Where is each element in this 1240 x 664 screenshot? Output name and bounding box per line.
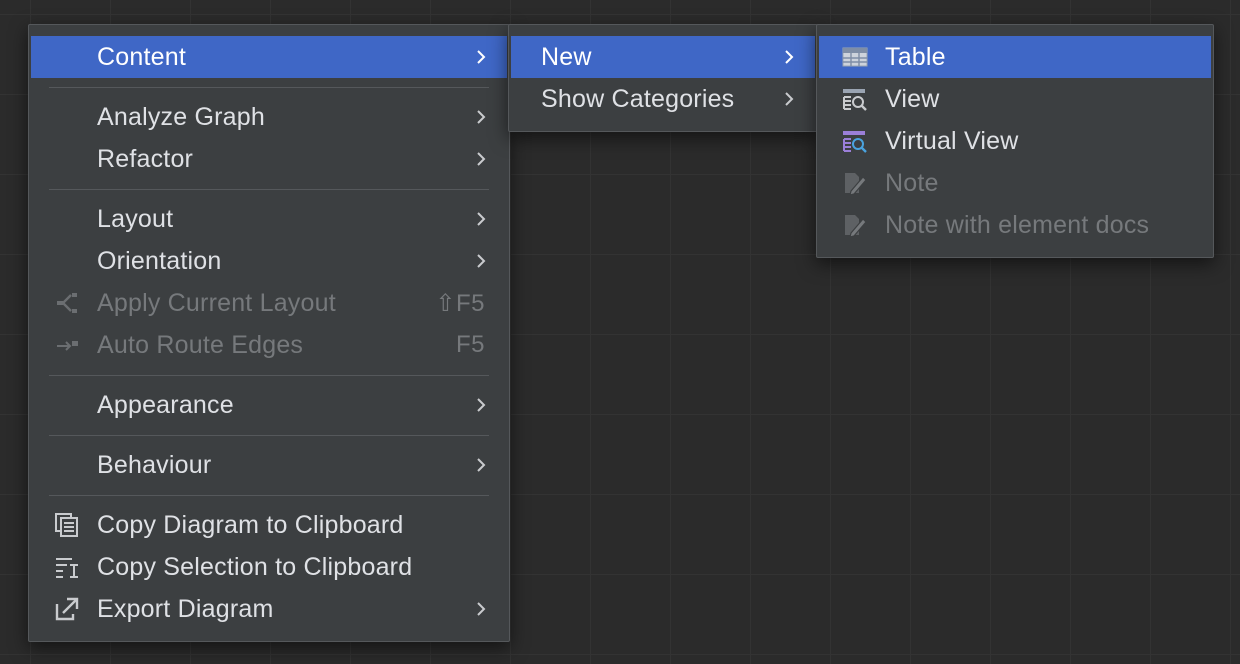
menu-item-label: Layout <box>97 204 174 233</box>
menu-item-label: New <box>541 42 592 71</box>
menu-separator <box>49 495 489 496</box>
copy-selection-icon <box>56 558 78 578</box>
note-icon <box>845 215 867 237</box>
chevron-right-icon <box>477 254 486 268</box>
menu-item-label: Content <box>97 42 186 71</box>
view-icon <box>843 89 867 111</box>
menu-item-appearance[interactable]: Appearance <box>31 384 507 426</box>
menu-item-label: Appearance <box>97 390 234 419</box>
menu-item-label: Auto Route Edges <box>97 330 304 359</box>
new-submenu: Table View Virtual View Note Note with e… <box>816 24 1214 258</box>
menu-item-orientation[interactable]: Orientation <box>31 240 507 282</box>
menu-item-view[interactable]: View <box>819 78 1211 120</box>
menu-item-label: Show Categories <box>541 84 735 113</box>
menu-item-table[interactable]: Table <box>819 36 1211 78</box>
menu-item-show-categories[interactable]: Show Categories <box>511 78 815 120</box>
shortcut-label: ⇧F5 <box>435 289 485 317</box>
menu-item-analyze-graph[interactable]: Analyze Graph <box>31 96 507 138</box>
menu-item-label: Refactor <box>97 144 194 173</box>
chevron-right-icon <box>477 152 486 166</box>
menu-item-refactor[interactable]: Refactor <box>31 138 507 180</box>
chevron-right-icon <box>477 50 486 64</box>
menu-item-label: Copy Selection to Clipboard <box>97 552 413 581</box>
menu-separator <box>49 375 489 376</box>
menu-separator <box>49 435 489 436</box>
table-icon <box>842 47 868 67</box>
export-icon <box>55 597 79 621</box>
menu-separator <box>49 189 489 190</box>
copy-icon <box>55 513 78 537</box>
menu-item-label: Note with element docs <box>885 210 1150 239</box>
menu-item-content[interactable]: Content <box>31 36 507 78</box>
menu-item-export-diagram[interactable]: Export Diagram <box>31 588 507 630</box>
note-icon <box>845 173 867 195</box>
menu-item-copy-diagram[interactable]: Copy Diagram to Clipboard <box>31 504 507 546</box>
menu-item-label: Table <box>885 42 946 71</box>
menu-item-auto-route-edges[interactable]: Auto Route Edges F5 <box>31 324 507 366</box>
menu-item-label: Analyze Graph <box>97 102 265 131</box>
menu-item-label: Virtual View <box>885 126 1019 155</box>
menu-item-copy-selection[interactable]: Copy Selection to Clipboard <box>31 546 507 588</box>
menu-item-note[interactable]: Note <box>819 162 1211 204</box>
menu-item-label: Note <box>885 168 939 197</box>
menu-item-label: Orientation <box>97 246 222 275</box>
virtual-view-icon <box>843 131 867 153</box>
menu-item-label: Export Diagram <box>97 594 274 623</box>
menu-separator <box>49 87 489 88</box>
menu-item-label: View <box>885 84 940 113</box>
menu-item-label: Apply Current Layout <box>97 288 336 317</box>
chevron-right-icon <box>477 458 486 472</box>
menu-item-layout[interactable]: Layout <box>31 198 507 240</box>
apply-layout-icon <box>57 293 77 313</box>
content-submenu: New Show Categories <box>508 24 818 132</box>
menu-item-label: Copy Diagram to Clipboard <box>97 510 404 539</box>
chevron-right-icon <box>477 602 486 616</box>
chevron-right-icon <box>785 92 794 106</box>
chevron-right-icon <box>477 110 486 124</box>
chevron-right-icon <box>477 212 486 226</box>
diagram-context-menu: Content Analyze Graph Refactor Layout Or… <box>28 24 510 642</box>
menu-item-apply-current-layout[interactable]: Apply Current Layout ⇧F5 <box>31 282 507 324</box>
menu-item-new[interactable]: New <box>511 36 815 78</box>
shortcut-label: F5 <box>455 331 485 358</box>
chevron-right-icon <box>477 398 486 412</box>
route-edges-icon <box>57 341 78 351</box>
chevron-right-icon <box>785 50 794 64</box>
menu-item-virtual-view[interactable]: Virtual View <box>819 120 1211 162</box>
menu-item-label: Behaviour <box>97 450 212 479</box>
menu-item-note-with-element-docs[interactable]: Note with element docs <box>819 204 1211 246</box>
menu-item-behaviour[interactable]: Behaviour <box>31 444 507 486</box>
